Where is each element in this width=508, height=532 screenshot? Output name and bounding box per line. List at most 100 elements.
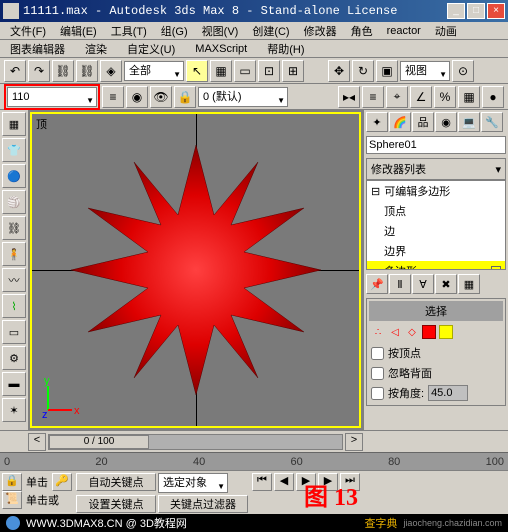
object-name-input[interactable]: [366, 136, 506, 154]
by-angle-checkbox[interactable]: [371, 387, 384, 400]
time-thumb[interactable]: 0 / 100: [49, 435, 149, 449]
border-subobj-icon[interactable]: ◇: [405, 325, 419, 339]
menu-maxscript[interactable]: MAXScript: [189, 42, 253, 56]
chain-icon[interactable]: ⛓: [2, 216, 26, 240]
edge-subobj-icon[interactable]: ◁: [388, 325, 402, 339]
pin-stack-button[interactable]: 📌: [366, 274, 388, 294]
make-unique-button[interactable]: ∀: [412, 274, 434, 294]
snap-button[interactable]: ⌖: [386, 86, 408, 108]
menu-file[interactable]: 文件(F): [4, 22, 52, 40]
link-button[interactable]: ⛓: [52, 60, 74, 82]
goto-start-button[interactable]: ⏮: [252, 473, 272, 491]
element-subobj-icon[interactable]: [439, 325, 453, 339]
key-filter-button[interactable]: 关键点过滤器: [158, 495, 248, 513]
spinner-snap-button[interactable]: ▦: [458, 86, 480, 108]
configure-button[interactable]: ▦: [458, 274, 480, 294]
sphere-icon[interactable]: 🔵: [2, 164, 26, 188]
percent-snap-button[interactable]: %: [434, 86, 456, 108]
align-button[interactable]: ≡: [362, 86, 384, 108]
shirt-icon[interactable]: 👕: [2, 138, 26, 162]
menu-help[interactable]: 帮助(H): [261, 40, 310, 58]
rotate-button[interactable]: ↻: [352, 60, 374, 82]
menu-custom[interactable]: 自定义(U): [121, 40, 181, 58]
unlink-button[interactable]: ⛓: [76, 60, 98, 82]
named-set-dropdown[interactable]: 0 (默认): [198, 87, 288, 107]
menu-reactor[interactable]: reactor: [381, 24, 427, 38]
car-icon[interactable]: ▬: [2, 372, 26, 396]
select-rect-button[interactable]: ▭: [234, 60, 256, 82]
angle-spinner[interactable]: [428, 385, 468, 401]
spring-icon[interactable]: ⌇: [2, 294, 26, 318]
utilities-tab[interactable]: 🔧: [481, 112, 503, 132]
value-spinner[interactable]: 110: [7, 87, 97, 107]
menu-edit[interactable]: 编辑(E): [54, 22, 103, 40]
menu-views[interactable]: 视图(V): [196, 22, 245, 40]
minimize-button[interactable]: _: [447, 3, 465, 19]
bind-button[interactable]: ◈: [100, 60, 122, 82]
close-button[interactable]: ×: [487, 3, 505, 19]
menu-render[interactable]: 渲染: [79, 40, 113, 58]
fracture-icon[interactable]: ✶: [2, 398, 26, 422]
menu-modifiers[interactable]: 修改器: [298, 22, 343, 40]
mod-polygon-row[interactable]: 多边形: [367, 261, 505, 270]
menu-tools[interactable]: 工具(T): [105, 22, 153, 40]
auto-key-button[interactable]: 自动关键点: [76, 473, 156, 491]
mod-edge-row[interactable]: 边: [367, 221, 505, 241]
polygon-subobj-icon[interactable]: [422, 325, 436, 339]
remove-mod-button[interactable]: ✖: [435, 274, 457, 294]
time-track[interactable]: 0 / 100: [48, 434, 343, 450]
menu-create[interactable]: 创建(C): [246, 22, 295, 40]
timeline-ruler[interactable]: 0 20 40 60 80 100: [0, 452, 508, 470]
human-icon[interactable]: 🧍: [2, 242, 26, 266]
select-window-button[interactable]: ⊡: [258, 60, 280, 82]
viewport-top[interactable]: 顶 y x z: [30, 112, 361, 428]
modifier-list-dropdown[interactable]: 修改器列表 ▾: [366, 158, 506, 180]
mod-root-row[interactable]: ⊟ 可编辑多边形: [367, 181, 505, 201]
scale-button[interactable]: ▣: [376, 60, 398, 82]
angle-snap-button[interactable]: ∠: [410, 86, 432, 108]
hierarchy-tab[interactable]: 品: [412, 112, 434, 132]
create-tab[interactable]: ✦: [366, 112, 388, 132]
eye-icon[interactable]: 👁: [150, 86, 172, 108]
select-button[interactable]: ↖: [186, 60, 208, 82]
material-button[interactable]: ●: [482, 86, 504, 108]
script-icon[interactable]: 📜: [2, 491, 22, 509]
menu-graph[interactable]: 图表编辑器: [4, 40, 71, 58]
next-frame-button[interactable]: >: [345, 433, 363, 451]
display-tab[interactable]: 💻: [458, 112, 480, 132]
prev-key-button[interactable]: ◀: [274, 473, 294, 491]
mod-vertex-row[interactable]: 顶点: [367, 201, 505, 221]
menu-group[interactable]: 组(G): [155, 22, 194, 40]
sets-button[interactable]: ◉: [126, 86, 148, 108]
box-icon[interactable]: ▦: [2, 112, 26, 136]
undo-button[interactable]: ↶: [4, 60, 26, 82]
modifier-stack[interactable]: ⊟ 可编辑多边形 顶点 边 边界 多边形 元素: [366, 180, 506, 270]
vertex-subobj-icon[interactable]: ∴: [371, 325, 385, 339]
plane-icon[interactable]: ▭: [2, 320, 26, 344]
prev-frame-button[interactable]: <: [28, 433, 46, 451]
selection-title[interactable]: 选择: [369, 301, 503, 321]
lock-sel-icon[interactable]: 🔒: [2, 473, 22, 491]
ignore-back-checkbox[interactable]: [371, 367, 384, 380]
layer-button[interactable]: ≡: [102, 86, 124, 108]
key-target-dropdown[interactable]: 选定对象: [158, 473, 228, 493]
lock-icon[interactable]: 🔒: [174, 86, 196, 108]
show-result-button[interactable]: Ⅱ: [389, 274, 411, 294]
redo-button[interactable]: ↷: [28, 60, 50, 82]
motor-icon[interactable]: ⚙: [2, 346, 26, 370]
maximize-button[interactable]: □: [467, 3, 485, 19]
selection-filter-dropdown[interactable]: 全部: [124, 61, 184, 81]
menu-animation[interactable]: 动画: [429, 22, 463, 40]
modify-tab[interactable]: 🌈: [389, 112, 411, 132]
star-shape[interactable]: [66, 140, 326, 400]
beach-ball-icon[interactable]: 🏐: [2, 190, 26, 214]
select-name-button[interactable]: ▦: [210, 60, 232, 82]
select-crossing-button[interactable]: ⊞: [282, 60, 304, 82]
menu-character[interactable]: 角色: [345, 22, 379, 40]
mod-border-row[interactable]: 边界: [367, 241, 505, 261]
wind-icon[interactable]: 〰: [2, 268, 26, 292]
mirror-button[interactable]: ▸◂: [338, 86, 360, 108]
set-key-button[interactable]: 设置关键点: [76, 495, 156, 513]
by-vertex-checkbox[interactable]: [371, 347, 384, 360]
motion-tab[interactable]: ◉: [435, 112, 457, 132]
